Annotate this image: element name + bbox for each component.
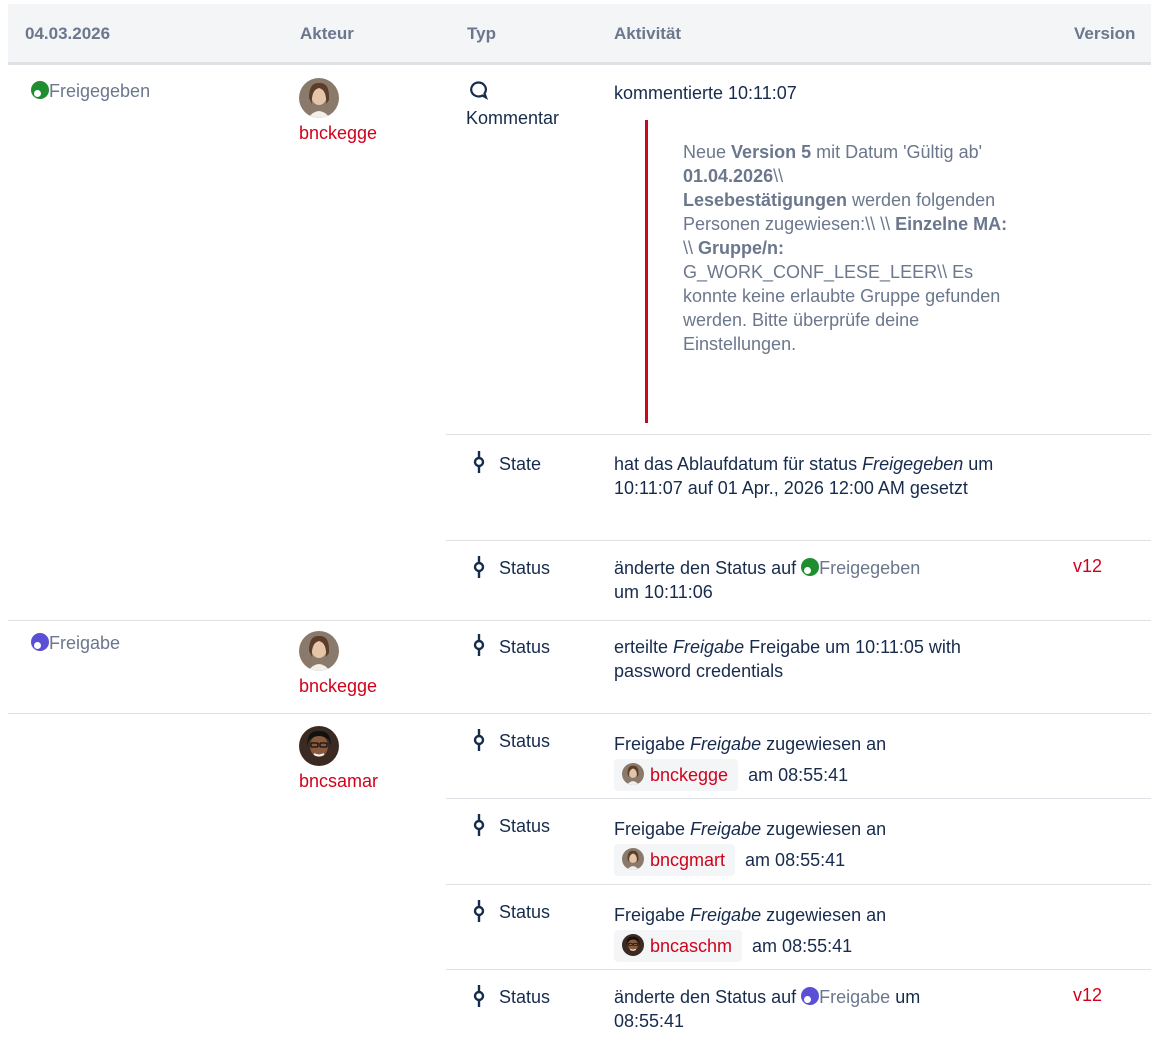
activity-text: änderte den Status auf Freigegeben um 10… <box>614 558 921 602</box>
activity-text: Freigabe Freigabe zugewiesen an bnckegge… <box>614 729 1034 791</box>
status-label: Freigabe <box>819 987 891 1007</box>
version-link[interactable]: v12 <box>1073 556 1102 577</box>
actor-link[interactable]: bncsamar <box>299 771 378 792</box>
header-actor[interactable]: Akteur <box>300 24 354 44</box>
commit-icon <box>472 814 486 836</box>
header-date[interactable]: 04.03.2026 <box>25 24 110 44</box>
status-circle-icon <box>801 558 820 576</box>
user-photo-icon <box>622 934 644 956</box>
assignee-link[interactable]: bnckegge <box>650 765 728 785</box>
row-divider <box>446 434 1151 435</box>
user-photo-icon <box>622 763 644 785</box>
commit-icon <box>472 634 486 656</box>
commit-icon <box>472 985 486 1007</box>
activity-text: änderte den Status auf Freigabe um 08:55… <box>614 987 921 1031</box>
entry-type: Status <box>499 558 551 578</box>
row-divider <box>446 884 1151 885</box>
comment-icon <box>470 81 488 100</box>
lifecycle-state-freigabe: Freigabe <box>31 633 120 654</box>
row-divider <box>446 798 1151 799</box>
avatar <box>622 848 644 870</box>
entry-type: State <box>499 454 542 474</box>
user-photo-icon <box>299 78 339 118</box>
assignee-link[interactable]: bncgmart <box>650 850 725 870</box>
lifecycle-state-label: Freigabe <box>49 633 121 653</box>
activity-text: kommentierte 10:11:07 <box>614 83 797 103</box>
assignee-link[interactable]: bncaschm <box>650 936 732 956</box>
entry-type: Status <box>499 731 551 751</box>
entry-type: Kommentar <box>466 108 560 128</box>
entry-type: Status <box>499 816 551 836</box>
entry-type: Status <box>499 637 551 657</box>
header-version[interactable]: Version <box>1074 24 1135 44</box>
lifecycle-state-freigegeben: Freigegeben <box>31 81 150 102</box>
avatar <box>299 78 339 118</box>
version-link[interactable]: v12 <box>1073 985 1102 1006</box>
avatar <box>622 763 644 785</box>
entry-type: Status <box>499 902 551 922</box>
user-photo-icon <box>622 848 644 870</box>
activity-text: Freigabe Freigabe zugewiesen an bncgmart… <box>614 814 1034 876</box>
header-activity[interactable]: Aktivität <box>614 24 681 44</box>
comment-quote: Neue Version 5 mit Datum 'Gültig ab' 01.… <box>645 120 1013 423</box>
commit-icon <box>472 900 486 922</box>
user-photo-icon <box>299 631 339 671</box>
header-type[interactable]: Typ <box>467 24 496 44</box>
activity-text: erteilte Freigabe Freigabe um 10:11:05 w… <box>614 637 961 681</box>
user-photo-icon <box>299 726 339 766</box>
status-circle-icon <box>31 633 49 651</box>
entry-type: Status <box>499 987 551 1007</box>
assignee-chip[interactable]: bncgmart <box>614 844 736 876</box>
group-divider <box>8 713 1151 714</box>
activity-text: Freigabe Freigabe zugewiesen an bncaschm… <box>614 900 1034 962</box>
commit-icon <box>472 556 486 578</box>
table-header: 04.03.2026 Akteur Typ Aktivität Version <box>8 4 1151 65</box>
status-label: Freigegeben <box>819 558 921 578</box>
avatar <box>299 631 339 671</box>
commit-icon <box>472 451 486 473</box>
activity-history: 04.03.2026 Akteur Typ Aktivität Version … <box>0 0 1151 1042</box>
avatar <box>622 934 644 956</box>
assignee-chip[interactable]: bnckegge <box>614 759 739 791</box>
row-divider <box>446 540 1151 541</box>
comment-body: Neue Version 5 mit Datum 'Gültig ab' 01.… <box>683 142 1008 354</box>
status-circle-icon <box>31 81 49 99</box>
group-divider <box>8 620 1151 621</box>
activity-text: hat das Ablaufdatum für status Freigegeb… <box>614 454 994 498</box>
actor-link[interactable]: bnckegge <box>299 676 377 697</box>
commit-icon <box>472 729 486 751</box>
lifecycle-state-label: Freigegeben <box>49 81 151 101</box>
avatar <box>299 726 339 766</box>
row-divider <box>446 969 1151 970</box>
assignee-chip[interactable]: bncaschm <box>614 930 743 962</box>
status-circle-icon <box>801 987 820 1005</box>
actor-link[interactable]: bnckegge <box>299 123 377 144</box>
